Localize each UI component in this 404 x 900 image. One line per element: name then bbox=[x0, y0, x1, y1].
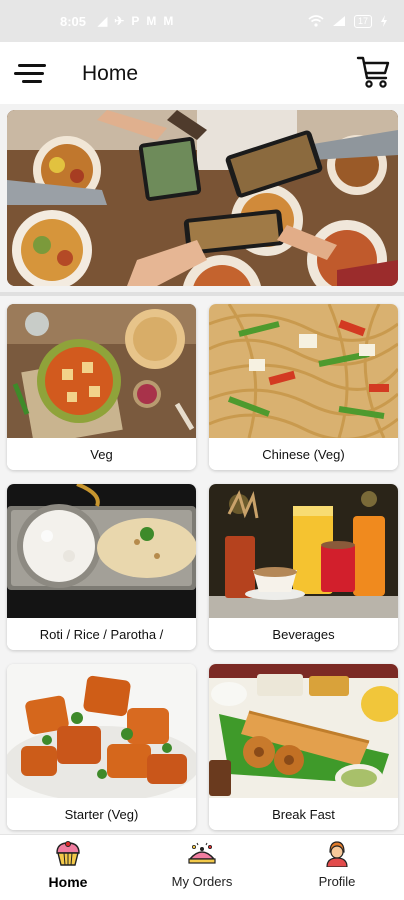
category-card-break-fast[interactable]: Break Fast bbox=[209, 664, 398, 830]
starter-veg-image bbox=[7, 664, 196, 798]
category-label-veg: Veg bbox=[7, 438, 196, 470]
promo-banner[interactable] bbox=[7, 110, 398, 286]
nav-home[interactable]: Home bbox=[13, 841, 123, 897]
notification-icon-5: M bbox=[163, 14, 174, 28]
cupcake-icon bbox=[56, 841, 80, 866]
banner-food-image bbox=[7, 110, 398, 286]
nav-my-orders-label: My Orders bbox=[171, 874, 233, 889]
status-time: 8:05 bbox=[60, 13, 87, 29]
category-label-break-fast: Break Fast bbox=[209, 798, 398, 830]
notification-icons: ◢ ✈ P M M bbox=[98, 14, 173, 28]
veg-image bbox=[7, 304, 196, 438]
category-card-starter-veg[interactable]: Starter (Veg) bbox=[7, 664, 196, 830]
category-card-beverages[interactable]: Beverages bbox=[209, 484, 398, 650]
notification-icon-4: M bbox=[146, 14, 157, 28]
nav-profile-label: Profile bbox=[318, 874, 356, 889]
app-bar: Home bbox=[0, 42, 404, 104]
roti-rice-image bbox=[7, 484, 196, 618]
status-bar: 8:05 ◢ ✈ P M M 17 bbox=[0, 0, 404, 42]
category-label-roti-rice-parotha: Roti / Rice / Parotha / bbox=[7, 618, 196, 650]
category-card-chinese-veg[interactable]: Chinese (Veg) bbox=[209, 304, 398, 470]
person-icon bbox=[326, 841, 348, 867]
category-card-roti-rice-parotha[interactable]: Roti / Rice / Parotha / bbox=[7, 484, 196, 650]
battery-icon: 17 bbox=[353, 14, 372, 28]
orders-icon bbox=[188, 842, 216, 864]
category-label-chinese-veg: Chinese (Veg) bbox=[209, 438, 398, 470]
wifi-icon bbox=[308, 15, 324, 27]
beverages-image bbox=[209, 484, 398, 618]
system-icons: 17 bbox=[308, 14, 388, 28]
page-title: Home bbox=[82, 62, 139, 85]
notification-icon-2: ✈ bbox=[114, 14, 125, 28]
notification-icon-3: P bbox=[131, 14, 140, 28]
chinese-veg-image bbox=[209, 304, 398, 438]
cart-icon[interactable] bbox=[356, 54, 392, 90]
category-grid: Veg Chinese (Veg) Roti / Rice / Parotha … bbox=[0, 296, 404, 834]
nav-home-label: Home bbox=[48, 874, 88, 890]
bottom-navigation: Home My Orders Profile bbox=[0, 834, 404, 900]
signal-icon bbox=[332, 16, 345, 26]
breakfast-image bbox=[209, 664, 398, 798]
nav-my-orders[interactable]: My Orders bbox=[147, 841, 257, 897]
category-label-starter-veg: Starter (Veg) bbox=[7, 798, 196, 830]
charging-icon bbox=[381, 15, 387, 27]
notification-icon-1: ◢ bbox=[98, 14, 108, 28]
nav-profile[interactable]: Profile bbox=[282, 841, 392, 897]
menu-icon[interactable] bbox=[14, 60, 48, 86]
category-card-veg[interactable]: Veg bbox=[7, 304, 196, 470]
category-label-beverages: Beverages bbox=[209, 618, 398, 650]
